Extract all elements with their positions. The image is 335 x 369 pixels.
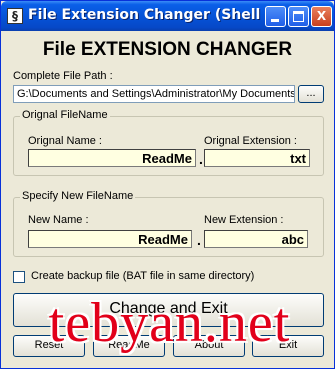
close-button[interactable]: X — [311, 6, 332, 27]
new-group-label: Specify New FileName — [20, 190, 136, 202]
original-filename-group: Orignal FileName Orignal Name : ReadMe .… — [13, 109, 324, 176]
minimize-button[interactable] — [265, 6, 286, 27]
backup-label[interactable]: Create backup file (BAT file in same dir… — [31, 270, 254, 282]
reset-button[interactable]: Reset — [13, 335, 85, 357]
exit-button[interactable]: Exit — [252, 335, 324, 357]
browse-button[interactable]: ... — [298, 85, 324, 103]
title-bar[interactable]: § File Extension Changer (Shell ... X — [1, 1, 334, 31]
app-heading: File EXTENSION CHANGER — [42, 39, 293, 60]
original-extension-label: Orignal Extension : — [204, 135, 297, 147]
new-filename-group: Specify New FileName New Name : ReadMe .… — [13, 190, 324, 257]
file-path-input[interactable]: G:\Documents and Settings\Administrator\… — [13, 85, 295, 103]
original-extension-field: txt — [204, 149, 310, 167]
app-window: § File Extension Changer (Shell ... X Fi… — [0, 0, 335, 369]
about-button[interactable]: About — [173, 335, 245, 357]
maximize-button[interactable] — [288, 6, 309, 27]
original-name-field: ReadMe — [28, 149, 196, 167]
file-path-label: Complete File Path : — [13, 70, 113, 82]
close-icon: X — [316, 9, 327, 23]
original-group-label: Orignal FileName — [20, 109, 110, 121]
new-extension-input[interactable]: abc — [204, 230, 308, 248]
original-separator: . — [199, 151, 203, 167]
backup-checkbox[interactable] — [13, 271, 25, 283]
change-and-exit-button[interactable]: Change and Exit — [13, 293, 324, 327]
original-name-label: Orignal Name : — [28, 135, 102, 147]
maximize-icon — [293, 11, 304, 22]
new-name-input[interactable]: ReadMe — [28, 230, 192, 248]
app-icon[interactable]: § — [7, 8, 23, 24]
new-extension-label: New Extension : — [204, 214, 284, 226]
minimize-icon — [271, 19, 279, 22]
window-title: File Extension Changer (Shell ... — [28, 7, 268, 23]
new-separator: . — [197, 232, 201, 248]
new-name-label: New Name : — [28, 214, 89, 226]
readme-button[interactable]: ReadMe — [93, 335, 165, 357]
